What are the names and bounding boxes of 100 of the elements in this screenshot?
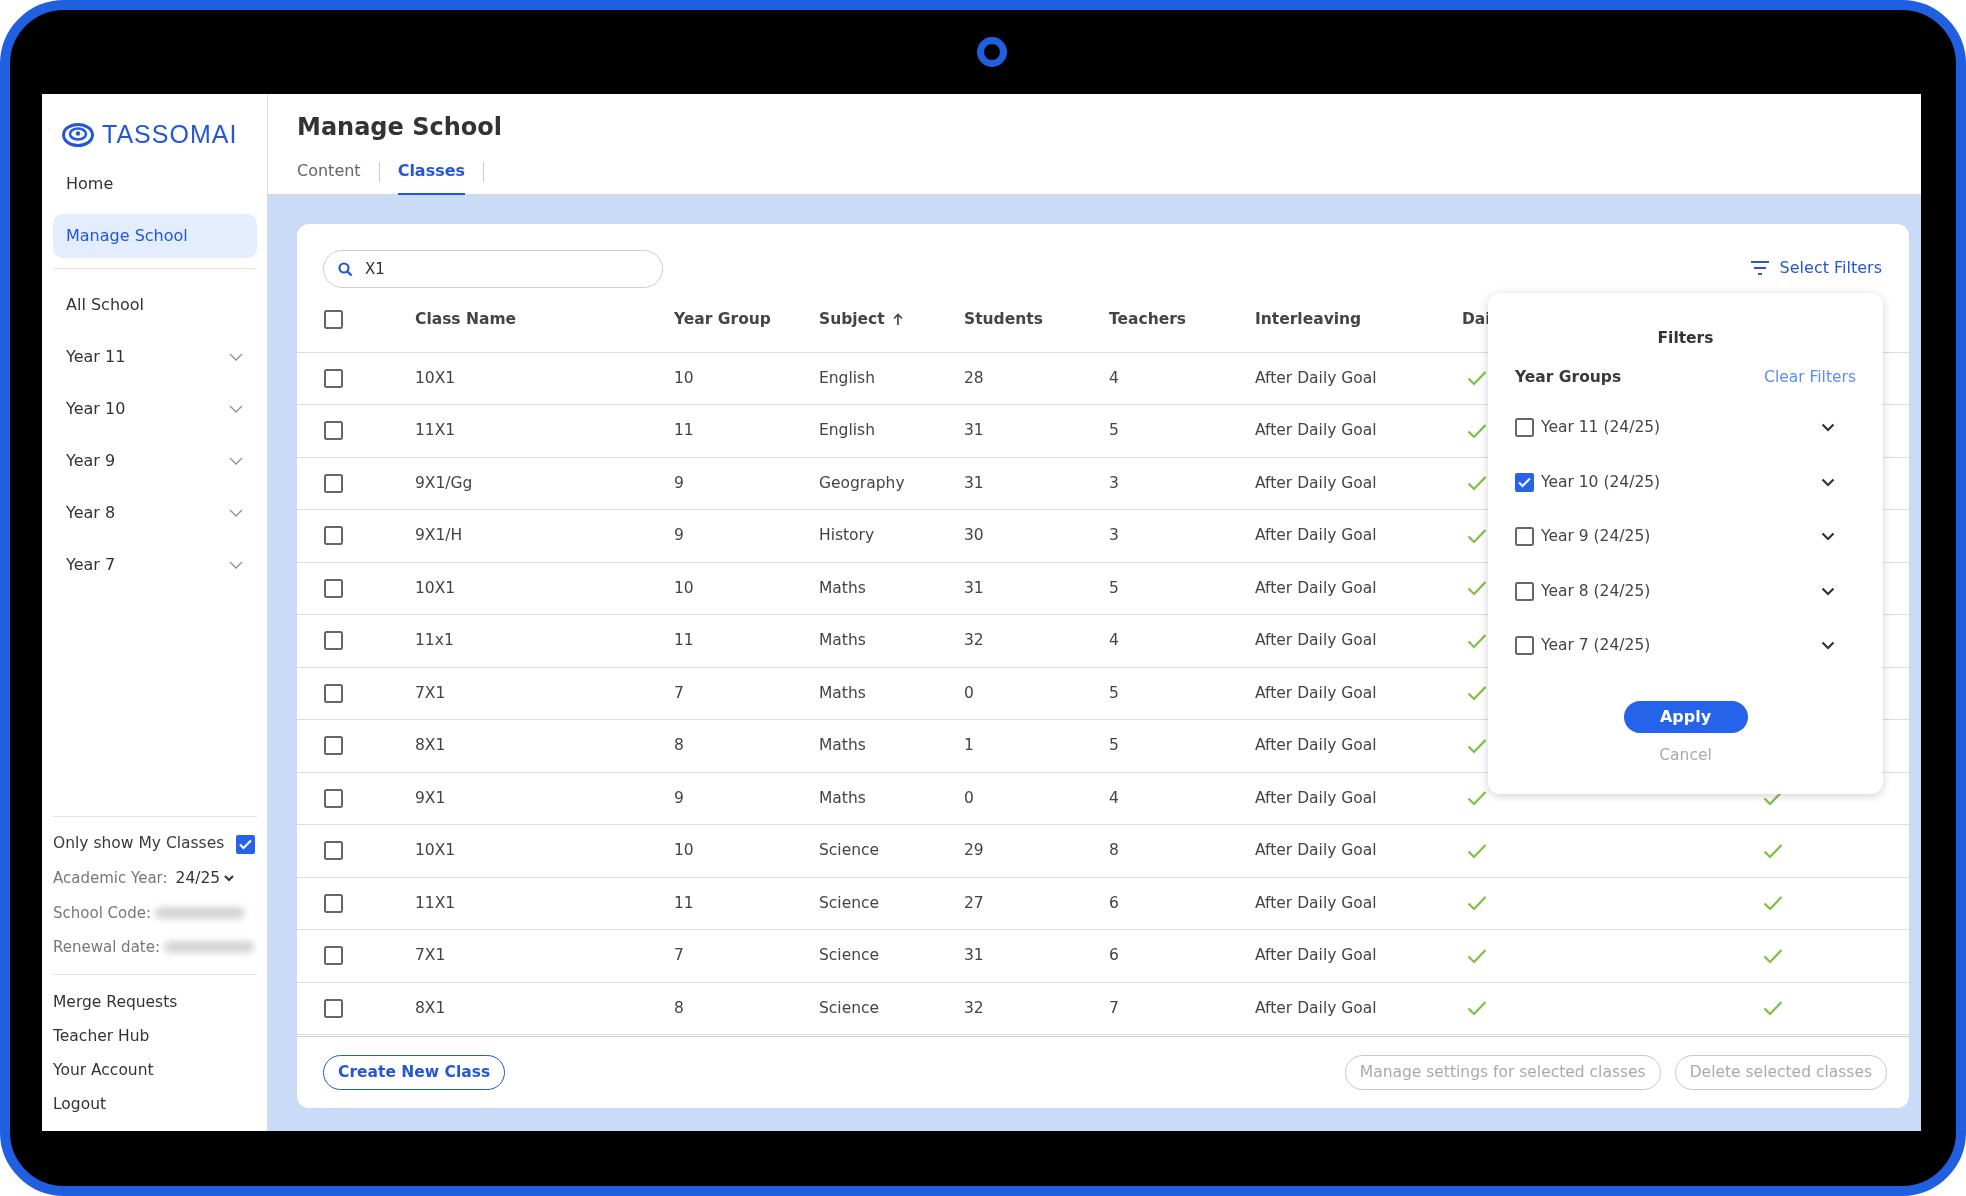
- table-cell: Maths: [818, 562, 963, 615]
- column-header[interactable]: Class Name: [415, 308, 517, 332]
- table-cell: 28: [963, 352, 1108, 405]
- table-cell: English: [818, 404, 963, 457]
- table-cell: 9: [673, 457, 818, 510]
- table-cell: 31: [963, 562, 1108, 615]
- checkbox[interactable]: [1515, 472, 1534, 492]
- table-cell: 11x1: [414, 614, 673, 667]
- column-header[interactable]: Interleaving: [1255, 308, 1362, 332]
- table-cell: 7: [673, 929, 818, 982]
- table-cell: 3: [1108, 457, 1254, 510]
- sidebar-item[interactable]: Year 7: [53, 539, 257, 591]
- checkbox[interactable]: [324, 631, 343, 651]
- search-field[interactable]: X1: [323, 250, 663, 288]
- table-cell: 9: [673, 772, 818, 825]
- column-header[interactable]: Teachers: [1109, 308, 1187, 332]
- table-cell: 9X1: [414, 772, 673, 825]
- chevron-down-icon[interactable]: [1821, 586, 1835, 596]
- table-cell: 32: [963, 982, 1108, 1035]
- checkbox[interactable]: [324, 893, 343, 913]
- table-cell: 9X1/H: [414, 509, 673, 562]
- checkbox[interactable]: [1515, 527, 1534, 547]
- filter-option-label: Year 8 (24/25): [1541, 580, 1652, 602]
- table-cell: 31: [963, 457, 1108, 510]
- checkbox[interactable]: [1515, 418, 1534, 438]
- checkbox[interactable]: [324, 578, 343, 598]
- chevron-down-icon[interactable]: [1821, 641, 1835, 651]
- sidebar-item[interactable]: Year 10: [53, 383, 257, 435]
- tab[interactable]: Content: [297, 155, 361, 197]
- checkbox[interactable]: [324, 946, 343, 966]
- table-cell: 5: [1108, 562, 1254, 615]
- search-icon: [338, 262, 353, 277]
- field-label: School Code:: [53, 902, 152, 924]
- camera-icon: [976, 37, 1007, 67]
- checkbox[interactable]: [324, 421, 343, 441]
- sidebar-link[interactable]: Your Account: [53, 1053, 154, 1087]
- table-cell: Science: [818, 982, 963, 1035]
- table-cell: 4: [1108, 352, 1254, 405]
- checkbox[interactable]: [324, 368, 343, 388]
- table-cell: Maths: [818, 614, 963, 667]
- column-header[interactable]: Students: [964, 308, 1043, 332]
- checkbox[interactable]: [324, 998, 343, 1018]
- table-cell: History: [818, 509, 963, 562]
- sidebar-item[interactable]: Year 11: [53, 331, 257, 383]
- table-cell: 30: [963, 509, 1108, 562]
- logo-icon: [62, 123, 94, 147]
- table-cell: 6: [1108, 929, 1254, 982]
- checkbox[interactable]: [324, 526, 343, 546]
- table-cell: After Daily Goal: [1254, 929, 1461, 982]
- sidebar-item-label: Year 8: [66, 502, 116, 524]
- checkbox[interactable]: [324, 841, 343, 861]
- table-cell: 10: [673, 352, 818, 405]
- sidebar-item[interactable]: Year 8: [53, 487, 257, 539]
- column-header[interactable]: Subject: [819, 308, 903, 332]
- checkbox[interactable]: [1515, 581, 1534, 601]
- select-filters-link[interactable]: Select Filters: [1749, 256, 1882, 280]
- create-class-button[interactable]: Create New Class: [323, 1055, 506, 1090]
- table-cell: After Daily Goal: [1254, 667, 1461, 720]
- checkbox[interactable]: [324, 683, 343, 703]
- chevron-down-icon[interactable]: [1821, 532, 1835, 542]
- sidebar-item[interactable]: Year 9: [53, 435, 257, 487]
- table-cell: 10: [673, 824, 818, 877]
- filter-option-label: Year 10 (24/25): [1541, 471, 1662, 493]
- checkbox[interactable]: [324, 736, 343, 756]
- logo-text: TASSOMAI: [102, 119, 238, 151]
- table-cell: After Daily Goal: [1254, 614, 1461, 667]
- table-cell: 0: [963, 772, 1108, 825]
- checkbox[interactable]: [324, 788, 343, 808]
- sidebar-item-label: Year 10: [66, 398, 126, 420]
- sidebar-item-label: All School: [66, 294, 145, 316]
- sidebar-item[interactable]: All School: [53, 279, 257, 331]
- filter-option-label: Year 9 (24/25): [1541, 526, 1652, 548]
- chevron-down-icon[interactable]: [1821, 423, 1835, 433]
- apply-button[interactable]: Apply: [1623, 701, 1748, 733]
- sidebar-link[interactable]: Teacher Hub: [53, 1019, 150, 1053]
- table-cell: 11X1: [414, 877, 673, 930]
- table-cell: 31: [963, 929, 1108, 982]
- column-header[interactable]: Year Group: [674, 308, 771, 332]
- checkbox[interactable]: [324, 473, 343, 493]
- table-cell: After Daily Goal: [1254, 509, 1461, 562]
- checkbox[interactable]: [236, 834, 255, 854]
- checkbox[interactable]: [1515, 636, 1534, 656]
- table-cell: 8: [673, 719, 818, 772]
- table-cell: 8X1: [414, 719, 673, 772]
- page-title: Manage School: [297, 112, 503, 141]
- year-dropdown[interactable]: 24/25: [175, 866, 235, 891]
- table-cell: English: [818, 352, 963, 405]
- sidebar-link[interactable]: Logout: [53, 1087, 107, 1121]
- table-cell: 5: [1108, 719, 1254, 772]
- table-cell: 8: [1108, 824, 1254, 877]
- chevron-down-icon[interactable]: [1821, 477, 1835, 487]
- table-cell: After Daily Goal: [1254, 719, 1461, 772]
- table-cell: Maths: [818, 772, 963, 825]
- table-cell: 27: [963, 877, 1108, 930]
- sidebar-item[interactable]: Manage School: [53, 214, 257, 258]
- sidebar-item-label: Year 7: [66, 554, 116, 576]
- table-cell: 11: [673, 404, 818, 457]
- checkbox[interactable]: [324, 310, 343, 330]
- sidebar-link[interactable]: Merge Requests: [53, 985, 178, 1019]
- sidebar-item[interactable]: Home: [53, 162, 257, 206]
